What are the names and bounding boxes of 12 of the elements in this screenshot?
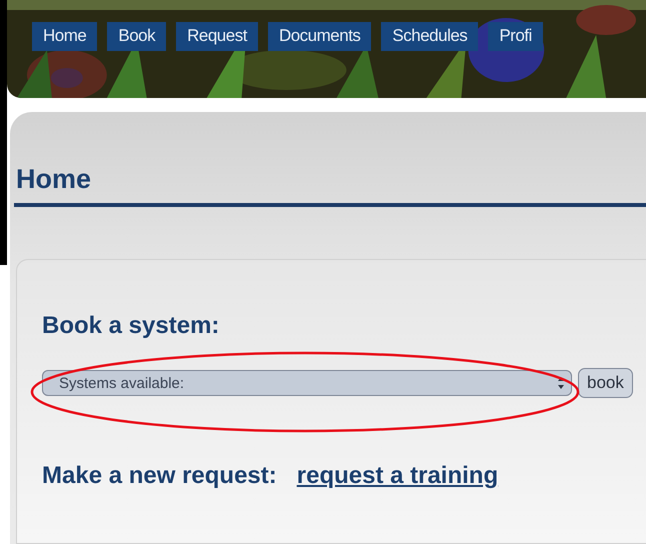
request-label: Make a new request: [42, 462, 277, 490]
book-button[interactable]: book [578, 368, 633, 398]
nav-tab[interactable]: Home [32, 22, 98, 51]
nav-tab[interactable]: Book [107, 22, 166, 51]
page-title: Home [16, 164, 92, 195]
nav-tab[interactable]: Request [176, 22, 258, 51]
section-heading: Book a system: [42, 312, 220, 340]
system-select[interactable]: Systems available: [42, 370, 572, 396]
request-link[interactable]: request a training [296, 462, 498, 490]
nav-tab[interactable]: Profi [488, 22, 543, 51]
nav-tab[interactable]: Schedules [381, 22, 478, 51]
nav-tab[interactable]: Documents [268, 22, 372, 51]
